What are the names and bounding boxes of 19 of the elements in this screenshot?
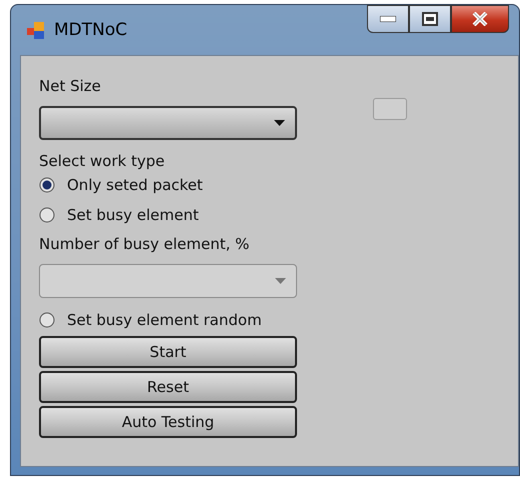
dropdown-arrow-icon [275,278,286,284]
minimize-icon [380,16,396,22]
field-label: Select work type [39,152,165,170]
field-label: Number of busy element, % [39,235,250,253]
maximize-icon [422,12,438,26]
dropdown-arrow-icon [274,120,285,126]
radio-option[interactable]: Set busy element random [39,311,262,329]
field-label: Net Size [39,77,101,95]
close-icon [472,12,488,26]
action-button[interactable]: Reset [39,371,297,403]
maximize-button[interactable] [409,5,451,33]
dropdown[interactable] [39,106,297,140]
close-button[interactable] [451,5,509,33]
action-button[interactable]: Auto Testing [39,406,297,438]
action-button[interactable]: Start [39,336,297,368]
window-title: MDTNoC [54,20,128,40]
radio-option[interactable]: Set busy element [39,206,199,224]
radio-option[interactable]: Only seted packet [39,176,203,194]
minimize-button[interactable] [367,5,409,33]
